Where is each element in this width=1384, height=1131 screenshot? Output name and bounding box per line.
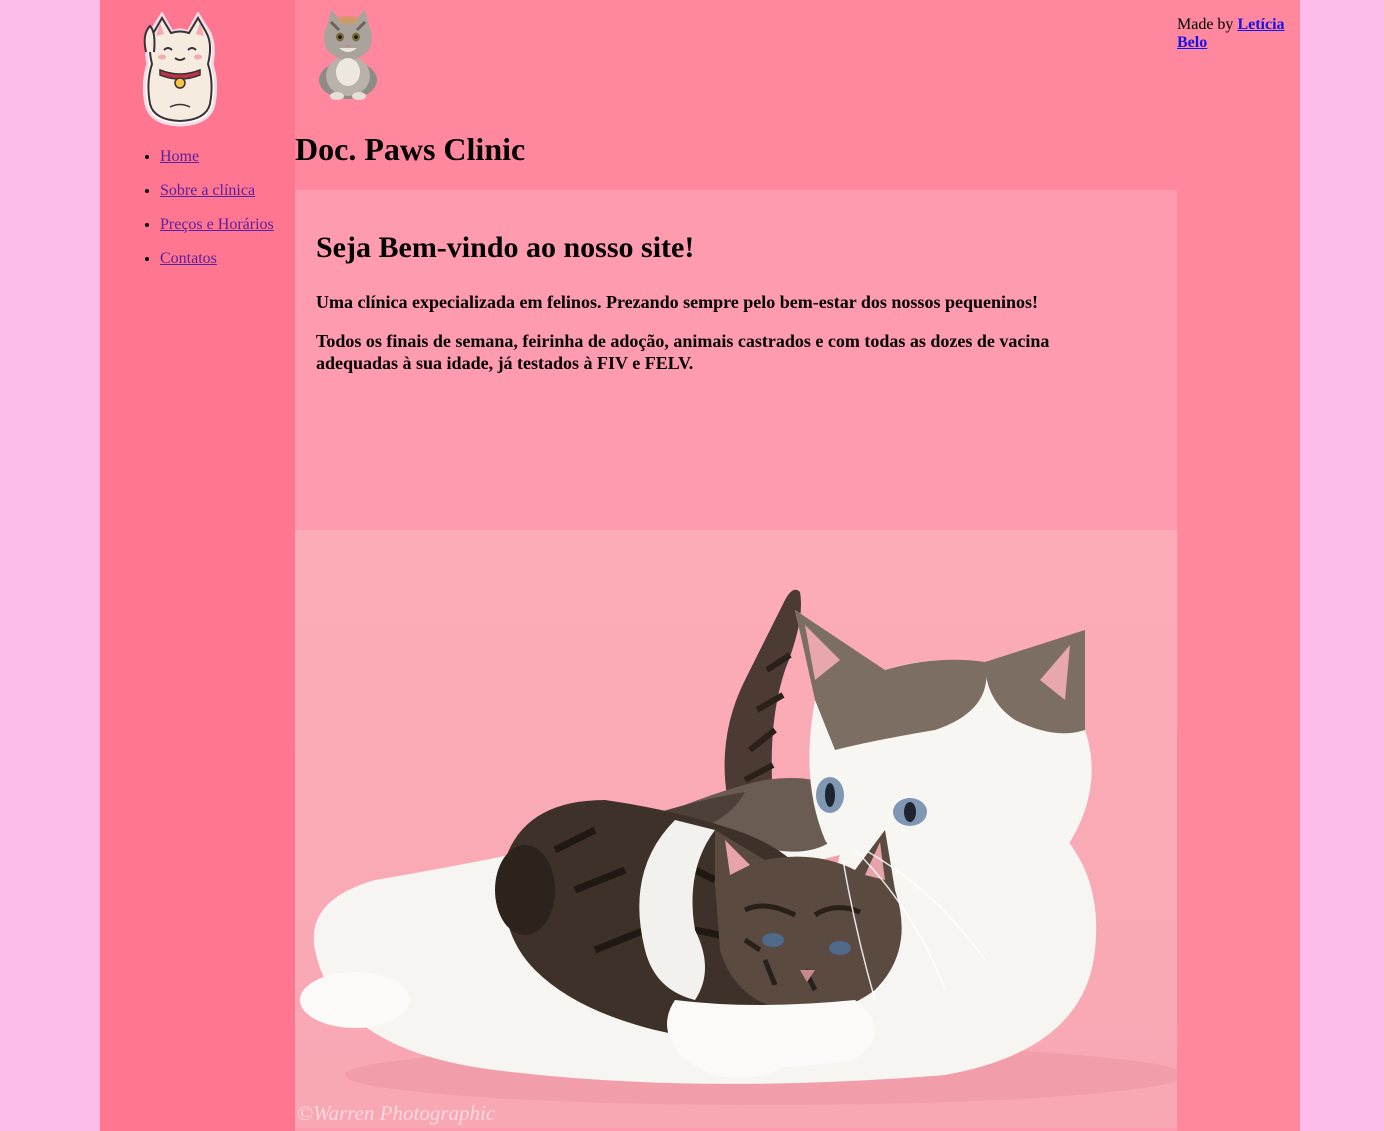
sidebar: Home Sobre a clínica Preços e Horários C… bbox=[100, 0, 295, 1131]
cat-and-kitten-photo: ©Warren Photographic bbox=[295, 530, 1177, 1128]
cat-and-kitten-illustration bbox=[300, 589, 1177, 1105]
adoption-paragraph: Todos os finais de semana, feirinha de a… bbox=[316, 331, 1050, 373]
lucky-cat-icon bbox=[142, 12, 218, 127]
main-content: Seja Bem-vindo ao nosso site! Uma clínic… bbox=[295, 190, 1177, 1131]
site-title: Doc. Paws Clinic bbox=[295, 131, 526, 167]
nav-menu: Home Sobre a clínica Preços e Horários C… bbox=[140, 148, 274, 284]
credit-prefix: Made by bbox=[1177, 16, 1238, 33]
cat-photo-icon bbox=[319, 10, 377, 100]
nav-link-prices[interactable]: Preços e Horários bbox=[160, 216, 274, 233]
welcome-heading: Seja Bem-vindo ao nosso site! bbox=[316, 231, 695, 264]
nav-link-contacts[interactable]: Contatos bbox=[160, 250, 217, 267]
credit: Made by Letícia Belo bbox=[1177, 16, 1292, 52]
welcome-section: Seja Bem-vindo ao nosso site! Uma clínic… bbox=[316, 230, 1116, 391]
page-container: Home Sobre a clínica Preços e Horários C… bbox=[100, 0, 1300, 1131]
nav-item-home: Home bbox=[160, 148, 274, 166]
nav-item-contacts: Contatos bbox=[160, 250, 274, 268]
nav-link-about[interactable]: Sobre a clínica bbox=[160, 182, 255, 199]
nav-item-about: Sobre a clínica bbox=[160, 182, 274, 200]
nav-item-prices: Preços e Horários bbox=[160, 216, 274, 234]
photo-watermark: ©Warren Photographic bbox=[297, 1101, 496, 1125]
intro-paragraph: Uma clínica expecializada em felinos. Pr… bbox=[316, 292, 1038, 312]
nav-link-home[interactable]: Home bbox=[160, 148, 199, 165]
